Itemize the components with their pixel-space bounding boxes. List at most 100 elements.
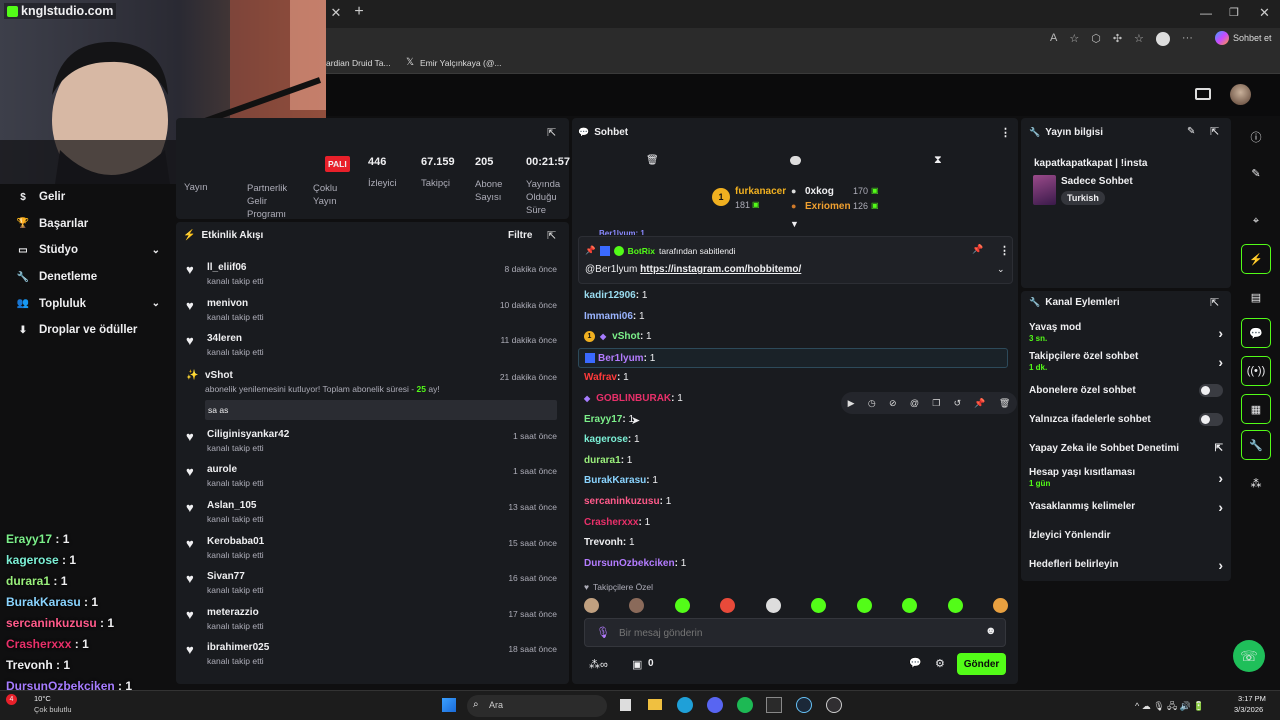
channel-action-row[interactable]: Yalnızca ifadelerle sohbet [1021, 405, 1231, 434]
emote-icon[interactable] [765, 598, 781, 613]
copilot-button[interactable]: Sohbet et [1215, 31, 1272, 45]
chat-username[interactable]: Erayy17 [584, 414, 622, 425]
layout-icon[interactable]: ▦ [1241, 394, 1271, 424]
emote-icon[interactable] [902, 598, 918, 613]
favorites-icon[interactable]: ☆ [1134, 32, 1144, 46]
extension-icon[interactable]: ⬡ [1091, 32, 1101, 46]
chat-message[interactable]: kagerose: 1 [578, 430, 1008, 451]
chat-username[interactable]: Crasherxxx [584, 517, 638, 528]
chat-icon[interactable] [790, 156, 801, 165]
channel-action-row[interactable]: Yasaklanmış kelimeler › [1021, 492, 1231, 521]
activity-username[interactable]: Aslan_105 [207, 500, 264, 511]
chat-message[interactable]: Ber1lyum: 1 [578, 347, 1008, 369]
search-box[interactable]: ⌕ Ara [467, 695, 607, 717]
chat-username[interactable]: sercaninkuzusu [584, 496, 660, 507]
emote-icon[interactable] [629, 598, 645, 613]
sidebar-item-denetleme[interactable]: 🔧 Denetleme [0, 264, 174, 291]
activity-username[interactable]: Sivan77 [207, 571, 264, 582]
activity-username[interactable]: ibrahimer025 [207, 642, 269, 653]
chat-message[interactable]: sercaninkuzusu: 1 [578, 492, 1008, 513]
chat-username[interactable]: GOBLINBURAK [596, 393, 671, 404]
activity-username[interactable]: Ciliginisyankar42 [207, 429, 289, 440]
trash-icon[interactable]: 🗑 [646, 155, 659, 166]
sidebar-item-droplar-ve-d-ller[interactable]: ⬇ Droplar ve ödüller [0, 317, 174, 344]
camera-icon[interactable]: ⌖ [1241, 206, 1271, 236]
chat-username[interactable]: BurakKarasu [584, 475, 646, 486]
chat-username[interactable]: Trevonh [584, 537, 623, 548]
chat-message[interactable]: Immami06: 1 [578, 307, 1008, 328]
chat-message[interactable]: Wafrav: 1 [578, 368, 1008, 389]
minimize-button[interactable]: — [1200, 6, 1212, 20]
broadcast-icon[interactable]: ((•)) [1241, 356, 1271, 386]
sidebar-item-ba-ar-lar[interactable]: 🏆 Başarılar [0, 211, 174, 238]
activity-username[interactable]: Keroba​ba01 [207, 536, 264, 547]
expand-icon[interactable]: ▼ [790, 219, 799, 229]
chat-username[interactable]: vShot [612, 331, 640, 342]
bookmark-item[interactable]: ardian Druid Ta... [326, 58, 391, 68]
emote-icon[interactable] [811, 598, 827, 613]
chat-message[interactable]: Trevonh: 1 [578, 533, 1008, 554]
emoji-icon[interactable]: ☻ [985, 625, 997, 637]
trash-icon[interactable]: 🗑 [999, 398, 1010, 409]
read-aloud-icon[interactable]: A [1050, 32, 1057, 46]
channel-action-row[interactable]: Hesap yaşı kısıtlaması 1 gün › [1021, 463, 1231, 492]
chat-username[interactable]: DursunOzbekciken [584, 558, 675, 569]
spotify-icon[interactable] [737, 697, 753, 713]
chat-input[interactable] [619, 625, 959, 641]
channel-action-row[interactable]: Yapay Zeka ile Sohbet Denetimi ⇱ [1021, 434, 1231, 463]
chat-username[interactable]: Wafrav [584, 372, 617, 383]
chat-message[interactable]: kadir12906: 1 [578, 286, 1008, 307]
emote-icon[interactable] [720, 598, 736, 613]
tools-icon[interactable]: 🔧 [1241, 430, 1271, 460]
channel-points-icon[interactable]: ⁂∞ [589, 658, 608, 671]
terminal-icon[interactable] [766, 697, 782, 713]
more-icon[interactable]: ··· [1182, 32, 1193, 46]
avatar[interactable] [1230, 84, 1251, 105]
hourglass-icon[interactable]: ⧗ [934, 154, 942, 167]
undo-icon[interactable]: ↺ [954, 398, 962, 409]
chat-rail-icon[interactable]: 💬 [1241, 318, 1271, 348]
windows-start-icon[interactable] [442, 698, 456, 712]
ban-icon[interactable]: ⊘ [889, 398, 897, 409]
popout-icon[interactable]: ⇱ [547, 126, 556, 139]
chat-message[interactable]: 1 ◆ vShot: 1 [578, 327, 1008, 348]
popout-icon[interactable]: ⇱ [1210, 296, 1219, 309]
support-headset-icon[interactable]: ☏ [1233, 640, 1265, 672]
activity-username[interactable]: ll_eliif06 [207, 262, 264, 273]
sidebar-item-topluluk[interactable]: 👥 Topluluk ⌄ [0, 290, 174, 317]
folder-icon[interactable] [648, 699, 662, 710]
channel-action-row[interactable]: Yavaş mod 3 sn. › [1021, 318, 1231, 347]
pin-toggle-icon[interactable]: 📌 [972, 244, 983, 255]
edit-icon[interactable]: ✎ [1241, 158, 1271, 188]
chat-username[interactable]: Ber1lyum [598, 353, 644, 364]
obs-icon[interactable] [826, 697, 842, 713]
pin-icon[interactable]: 📌 [974, 398, 985, 409]
activity-username[interactable]: aurole [207, 464, 264, 475]
language-tag[interactable]: Turkish [1061, 191, 1105, 205]
document-icon[interactable]: ▤ [1241, 282, 1271, 312]
gift-box-icon[interactable]: ▣ [632, 658, 642, 671]
toggle-switch[interactable] [1199, 384, 1223, 397]
channel-action-row[interactable]: Abonelere özel sohbet [1021, 376, 1231, 405]
chat-message[interactable]: BurakKarasu: 1 [578, 471, 1008, 492]
activity-username[interactable]: meterazzio [207, 607, 264, 618]
chat-username[interactable]: Immami06 [584, 311, 633, 322]
info-icon[interactable]: ⓘ [1241, 122, 1271, 152]
sidebar-item-gelir[interactable]: $ Gelir [0, 184, 174, 211]
copy-icon[interactable]: ❐ [932, 398, 940, 409]
puzzle-icon[interactable]: ✣ [1113, 32, 1122, 46]
more-vertical-icon[interactable]: ⋮ [1000, 126, 1011, 139]
settings-gear-icon[interactable]: ⚙ [935, 657, 945, 670]
close-tab-icon[interactable]: ✕ [330, 5, 342, 20]
emote-icon[interactable] [674, 598, 690, 613]
lightning-icon[interactable]: ⚡ [1241, 244, 1271, 274]
tray-icons[interactable]: ^ ☁ 🎙 🖧 🔊 🔋 [1135, 699, 1205, 715]
bookmark-item[interactable]: Emir Yalçınkaya (@... [420, 58, 502, 68]
play-icon[interactable]: ▶ [848, 398, 855, 409]
taskview-icon[interactable] [620, 699, 631, 711]
sidebar-item-st-dyo[interactable]: ▭ Stüdyo ⌄ [0, 237, 174, 264]
mention-icon[interactable]: @ [910, 398, 919, 408]
emote-icon[interactable] [856, 598, 872, 613]
chat-message[interactable]: durara1: 1 [578, 451, 1008, 472]
popout-icon[interactable]: ⇱ [1210, 125, 1219, 138]
